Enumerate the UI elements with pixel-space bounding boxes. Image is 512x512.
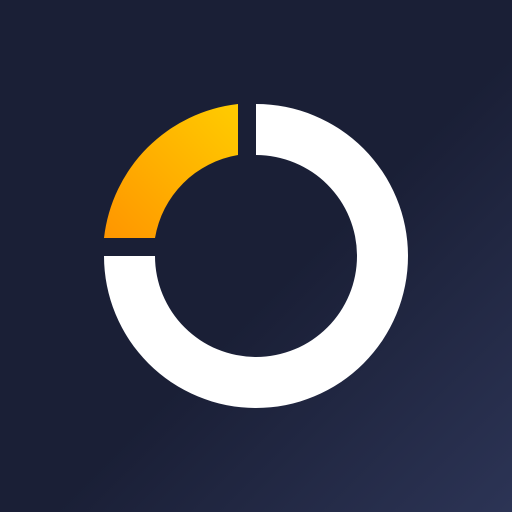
orange-ring-segment	[104, 104, 238, 238]
donut-progress-logo-icon	[104, 104, 408, 408]
app-icon-canvas	[0, 0, 512, 512]
